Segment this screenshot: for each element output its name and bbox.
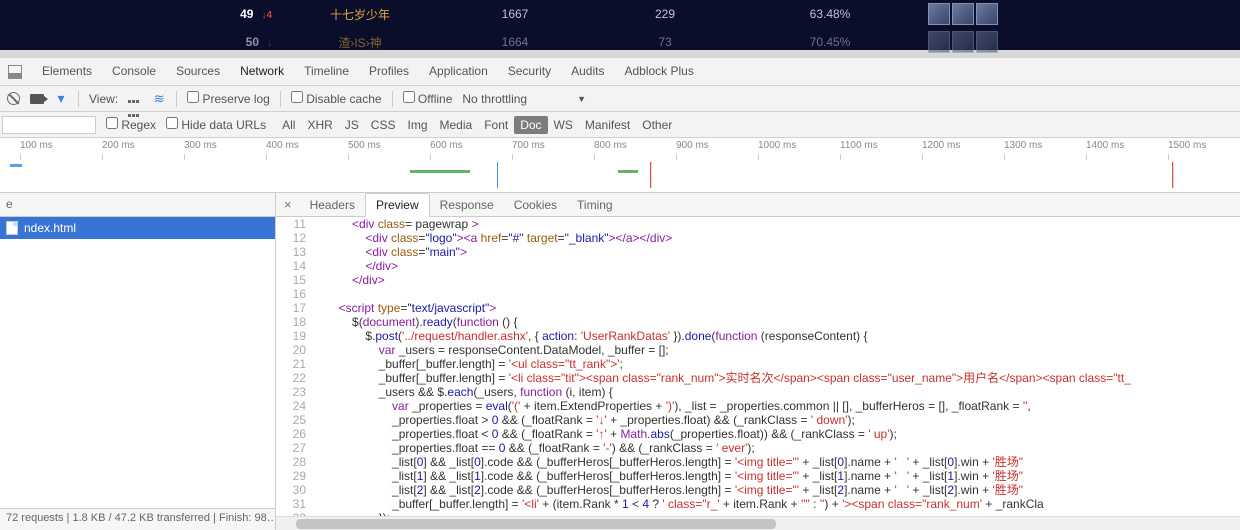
filter-type-manifest[interactable]: Manifest — [579, 116, 636, 134]
detail-tab-response[interactable]: Response — [430, 194, 504, 216]
timeline-tick: 500 ms — [348, 140, 381, 151]
large-rows-icon[interactable] — [128, 92, 142, 106]
filter-type-js[interactable]: JS — [339, 116, 365, 134]
offline-checkbox[interactable]: Offline — [403, 91, 453, 106]
panel-tab-console[interactable]: Console — [102, 64, 166, 78]
panel-tab-security[interactable]: Security — [498, 64, 561, 78]
leaderboard-row: 49↓4 十七岁少年166722963.48% — [0, 0, 1240, 28]
timeline-tick: 900 ms — [676, 140, 709, 151]
panel-tab-application[interactable]: Application — [419, 64, 498, 78]
filter-icon[interactable]: ▾ — [54, 92, 68, 106]
filter-type-css[interactable]: CSS — [365, 116, 402, 134]
panel-tab-network[interactable]: Network — [230, 64, 294, 78]
request-name: ndex.html — [24, 221, 76, 235]
devtools-panel-tabs: ElementsConsoleSourcesNetworkTimelinePro… — [0, 58, 1240, 86]
close-details-icon[interactable]: × — [276, 197, 300, 212]
filter-type-doc[interactable]: Doc — [514, 116, 547, 134]
regex-checkbox[interactable]: Regex — [106, 117, 156, 132]
timeline-tick: 1100 ms — [840, 140, 878, 151]
horizontal-scrollbar[interactable] — [276, 516, 1240, 530]
hero-icons — [920, 28, 1240, 56]
timeline-tick: 600 ms — [430, 140, 463, 151]
preserve-log-checkbox[interactable]: Preserve log — [187, 91, 270, 106]
record-filmstrip-icon[interactable] — [30, 92, 44, 106]
clear-icon[interactable] — [6, 92, 20, 106]
webpage-leaderboard: 49↓4十七岁少年166722963.48%50↓渣›IS›神16647370.… — [0, 0, 1240, 50]
document-icon — [6, 221, 18, 235]
filter-type-media[interactable]: Media — [434, 116, 479, 134]
toolbar-divider — [392, 91, 393, 107]
detail-tab-headers[interactable]: Headers — [300, 194, 365, 216]
filter-type-font[interactable]: Font — [478, 116, 514, 134]
hide-data-urls-checkbox[interactable]: Hide data URLs — [166, 117, 266, 132]
timeline-tick: 100 ms — [20, 140, 53, 151]
preview-code[interactable]: 1112131415161718192021222324252627282930… — [276, 217, 1240, 516]
timeline-tick: 1500 ms — [1168, 140, 1206, 151]
stat-2: 73 — [590, 28, 740, 56]
rank: 50 — [246, 35, 259, 49]
timeline-tick: 1400 ms — [1086, 140, 1124, 151]
disable-cache-checkbox[interactable]: Disable cache — [291, 91, 382, 106]
network-toolbar: ▾ View: ≋ Preserve log Disable cache Off… — [0, 86, 1240, 112]
timeline-tick: 1000 ms — [758, 140, 796, 151]
rank-change: ↓4 — [253, 10, 272, 21]
filter-type-ws[interactable]: WS — [548, 116, 579, 134]
dock-side-icon[interactable] — [8, 65, 22, 79]
stat-1: 1667 — [440, 0, 590, 28]
detail-tab-cookies[interactable]: Cookies — [504, 194, 567, 216]
timeline-tick: 800 ms — [594, 140, 627, 151]
request-row-selected[interactable]: ndex.html — [0, 217, 275, 239]
toolbar-divider — [280, 91, 281, 107]
stat-2: 229 — [590, 0, 740, 28]
player-name: 十七岁少年 — [280, 0, 440, 28]
requests-list: e ndex.html 72 requests | 1.8 KB / 47.2 … — [0, 193, 276, 530]
filter-type-all[interactable]: All — [276, 116, 301, 134]
filter-type-xhr[interactable]: XHR — [301, 116, 338, 134]
win-pct: 70.45% — [740, 28, 920, 56]
waterfall-icon[interactable]: ≋ — [152, 92, 166, 106]
stat-1: 1664 — [440, 28, 590, 56]
timeline-tick: 1200 ms — [922, 140, 960, 151]
panel-tab-adblock-plus[interactable]: Adblock Plus — [614, 64, 703, 78]
timeline-tick: 700 ms — [512, 140, 545, 151]
player-name: 渣›IS›神 — [280, 28, 440, 56]
leaderboard-row: 50↓ 渣›IS›神16647370.45% — [0, 28, 1240, 56]
network-filter-bar: Regex Hide data URLs AllXHRJSCSSImgMedia… — [0, 112, 1240, 138]
rank: 49 — [240, 7, 253, 21]
filter-type-other[interactable]: Other — [636, 116, 678, 134]
panel-tab-sources[interactable]: Sources — [166, 64, 230, 78]
hero-icons — [920, 0, 1240, 28]
request-details-pane: × HeadersPreviewResponseCookiesTiming 11… — [276, 193, 1240, 530]
details-tabs: × HeadersPreviewResponseCookiesTiming — [276, 193, 1240, 217]
requests-list-header[interactable]: e — [0, 193, 275, 217]
win-pct: 63.48% — [740, 0, 920, 28]
filter-type-img[interactable]: Img — [401, 116, 433, 134]
timeline-tick: 400 ms — [266, 140, 299, 151]
detail-tab-preview[interactable]: Preview — [365, 193, 430, 217]
dropdown-caret-icon[interactable]: ▼ — [577, 94, 586, 104]
filter-input[interactable] — [2, 116, 96, 134]
toolbar-divider — [78, 91, 79, 107]
panel-tab-timeline[interactable]: Timeline — [294, 64, 359, 78]
network-status-bar: 72 requests | 1.8 KB / 47.2 KB transferr… — [0, 508, 275, 530]
network-overview-timeline[interactable]: 100 ms 200 ms 300 ms 400 ms 500 ms 600 ms 700 … — [0, 138, 1240, 193]
panel-tab-audits[interactable]: Audits — [561, 64, 614, 78]
detail-tab-timing[interactable]: Timing — [567, 194, 623, 216]
panel-tab-profiles[interactable]: Profiles — [359, 64, 419, 78]
panel-tab-elements[interactable]: Elements — [32, 64, 102, 78]
timeline-tick: 200 ms — [102, 140, 135, 151]
timeline-tick: 300 ms — [184, 140, 217, 151]
toolbar-divider — [176, 91, 177, 107]
timeline-tick: 1300 ms — [1004, 140, 1042, 151]
view-label: View: — [89, 92, 118, 106]
rank-change: ↓ — [259, 38, 272, 49]
throttling-select[interactable]: No throttling — [462, 92, 527, 106]
